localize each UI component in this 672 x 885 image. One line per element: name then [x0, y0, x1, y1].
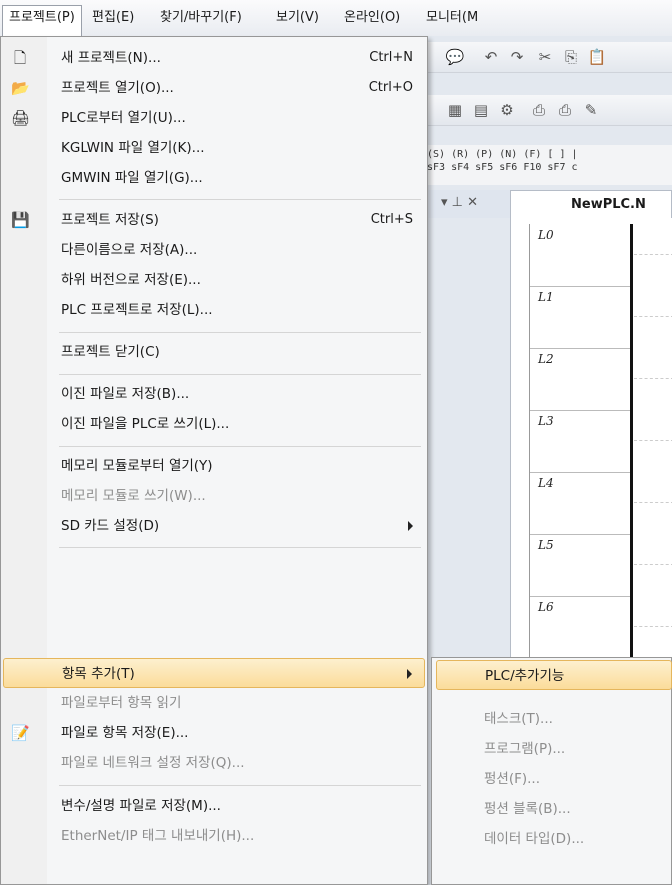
menu-item-save-as[interactable]: 다른이름으로 저장(A)...	[3, 235, 425, 265]
open-folder-icon: 📂	[11, 79, 30, 97]
settings-icon[interactable]: ⚙	[497, 100, 517, 120]
menu-item-new-project[interactable]: 🗋 새 프로젝트(N)... Ctrl+N	[3, 43, 425, 73]
menu-separator	[59, 547, 421, 548]
menu-online[interactable]: 온라인(O)	[338, 6, 406, 30]
menu-item-save-item-to-file[interactable]: 📝 파일로 항목 저장(E)...	[3, 718, 425, 748]
menu-monitor[interactable]: 모니터(M	[420, 6, 484, 30]
submenu-item-function: 펑션(F)...	[484, 771, 541, 787]
rung-line	[634, 502, 672, 503]
menu-item-open-project[interactable]: 📂 프로젝트 열기(O)... Ctrl+O	[3, 73, 425, 103]
menu-separator	[59, 374, 421, 375]
menu-item-sd-card-settings[interactable]: SD 카드 설정(D)	[3, 511, 425, 541]
rung-line	[634, 564, 672, 565]
rung-label: L2	[530, 348, 630, 411]
menu-item-close-project[interactable]: 프로젝트 닫기(C)	[3, 337, 425, 367]
menu-item-save-project[interactable]: 💾 프로젝트 저장(S) Ctrl+S	[3, 205, 425, 235]
redo-icon[interactable]: ↷	[507, 47, 527, 67]
print-icon[interactable]: ⎙	[529, 100, 549, 120]
export-icon: 📝	[11, 724, 30, 742]
paste-icon[interactable]: 📋	[587, 47, 607, 67]
undo-icon[interactable]: ↶	[481, 47, 501, 67]
tab-newplc[interactable]: NewPLC.N	[510, 190, 672, 218]
menu-item-save-network-settings: 파일로 네트워크 설정 저장(Q)...	[61, 755, 245, 771]
menu-project[interactable]: 프로젝트(P)	[2, 5, 82, 37]
ladder-function-keys[interactable]: (S) (R) (P) (N) (F) [ ] | sF3 sF4 sF5 sF…	[425, 145, 672, 185]
menu-edit[interactable]: 편집(E)	[86, 6, 140, 30]
panel-controls-label: ▾ ⊥ ✕	[441, 195, 479, 210]
menu-separator	[59, 199, 421, 200]
rung-line	[634, 316, 672, 317]
menu-separator	[59, 785, 421, 786]
add-item-submenu: PLC/추가기능 태스크(T)... 프로그램(P)... 펑션(F)... 펑…	[431, 657, 672, 885]
submenu-item-task: 태스크(T)...	[484, 711, 553, 727]
menu-item-open-kglwin[interactable]: KGLWIN 파일 열기(K)...	[3, 133, 425, 163]
rung-label: L3	[530, 410, 630, 473]
menu-item-read-item-from-file: 파일로부터 항목 읽기	[61, 695, 182, 711]
menu-item-open-memory-module[interactable]: 메모리 모듈로부터 열기(Y)	[3, 451, 425, 481]
menu-item-add-item[interactable]: 항목 추가(T)	[3, 658, 425, 688]
submenu-arrow-icon	[408, 521, 413, 531]
rung-line	[634, 626, 672, 627]
panel-controls[interactable]: ▾ ⊥ ✕	[425, 190, 510, 218]
menu-item-save-binary[interactable]: 이진 파일로 저장(B)...	[3, 379, 425, 409]
toolbar-standard: 💬 ↶ ↷ ✂ ⎘ 📋	[425, 42, 672, 73]
menu-item-export-ethernet-ip-tags: EtherNet/IP 태그 내보내기(H)...	[61, 828, 255, 844]
fkey-shortcuts: sF3 sF4 sF5 sF6 F10 sF7 c	[427, 162, 578, 173]
network-icon[interactable]: ▤	[471, 100, 491, 120]
submenu-item-data-type: 데이터 타입(D)...	[484, 831, 585, 847]
ladder-editor[interactable]: L0 L1 L2 L3 L4 L5 L6	[510, 218, 672, 658]
menu-item-open-from-plc[interactable]: 🖨 PLC로부터 열기(U)...	[3, 103, 425, 133]
submenu-item-function-block: 펑션 블록(B)...	[484, 801, 571, 817]
menu-item-open-gmwin[interactable]: GMWIN 파일 열기(G)...	[3, 163, 425, 193]
project-menu: 🗋 새 프로젝트(N)... Ctrl+N 📂 프로젝트 열기(O)... Ct…	[0, 36, 428, 885]
power-rail	[630, 224, 633, 658]
menu-item-save-lower-version[interactable]: 하위 버전으로 저장(E)...	[3, 265, 425, 295]
new-file-icon: 🗋	[13, 49, 27, 67]
menu-item-write-binary-plc[interactable]: 이진 파일을 PLC로 쓰기(L)...	[3, 409, 425, 439]
monitor-icon[interactable]: ▦	[445, 100, 465, 120]
comment-icon[interactable]: 💬	[445, 47, 465, 67]
submenu-item-plc-addon[interactable]: PLC/추가기능	[436, 660, 672, 690]
rung-label: L1	[530, 286, 630, 349]
submenu-item-program: 프로그램(P)...	[484, 741, 566, 757]
menu-item-save-plc-project[interactable]: PLC 프로젝트로 저장(L)...	[3, 295, 425, 325]
plc-open-icon: 🖨	[11, 109, 31, 127]
tool-icon[interactable]: ✎	[581, 100, 601, 120]
menu-item-save-variables-file[interactable]: 변수/설명 파일로 저장(M)...	[3, 791, 425, 821]
rung-label: L4	[530, 472, 630, 535]
rung-label: L5	[530, 534, 630, 597]
rung-line	[634, 440, 672, 441]
toolbar-online: ▦ ▤ ⚙ ⎙ ⎙ ✎	[425, 95, 672, 126]
menu-view[interactable]: 보기(V)	[270, 6, 325, 30]
copy-icon[interactable]: ⎘	[561, 47, 581, 67]
rung-label: L0	[530, 224, 630, 287]
save-icon: 💾	[11, 211, 30, 229]
menu-find-replace[interactable]: 찾기/바꾸기(F)	[154, 6, 248, 30]
rung-label: L6	[530, 596, 630, 658]
menu-bar: 프로젝트(P) 편집(E) 찾기/바꾸기(F) 보기(V) 온라인(O) 모니터…	[0, 0, 672, 37]
rung-line	[634, 378, 672, 379]
cut-icon[interactable]: ✂	[535, 47, 555, 67]
menu-separator	[59, 446, 421, 447]
rung-line	[634, 254, 672, 255]
menu-separator	[59, 332, 421, 333]
print-preview-icon[interactable]: ⎙	[555, 100, 575, 120]
menu-item-write-memory-module: 메모리 모듈로 쓰기(W)...	[61, 488, 206, 504]
rung-gutter: L0 L1 L2 L3 L4 L5 L6	[529, 224, 630, 658]
fkey-symbols: (S) (R) (P) (N) (F) [ ] |	[427, 149, 578, 160]
submenu-arrow-icon	[407, 669, 412, 679]
